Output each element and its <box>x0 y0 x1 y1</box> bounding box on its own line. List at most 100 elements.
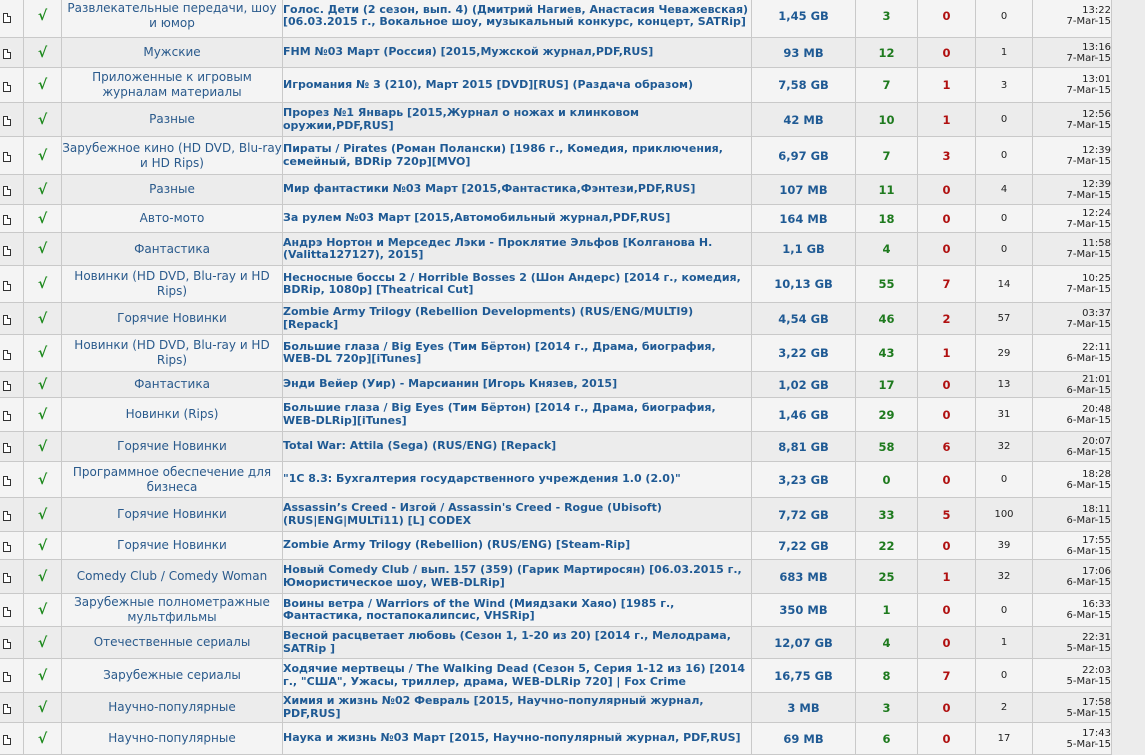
checkmark-icon: √ <box>37 210 48 227</box>
torrent-title-link[interactable]: Assassin’s Creed - Изгой / Assassin's Cr… <box>284 501 662 527</box>
added-date: 6-Mar-15 <box>1066 514 1111 526</box>
downloads-cell: 32 <box>975 559 1033 594</box>
table-row: √ Горячие Новинки Zombie Army Trilogy (R… <box>0 531 1112 560</box>
torrent-title-link[interactable]: "1С 8.3: Бухгалтерия государственного уч… <box>284 472 681 486</box>
category-link[interactable]: Авто-мото <box>140 211 205 225</box>
torrent-title-link[interactable]: Мир фантастики №03 Март [2015,Фантастика… <box>284 182 696 196</box>
torrent-title-link[interactable]: Новый Comedy Club / вып. 157 (359) (Гари… <box>284 563 742 589</box>
torrent-title-link[interactable]: Большие глаза / Big Eyes (Тим Бёртон) [2… <box>284 401 716 427</box>
downloads-cell: 31 <box>975 397 1033 432</box>
category-cell: Развлекательные передачи, шоу и юмор <box>61 0 283 38</box>
category-link[interactable]: Новинки (Rips) <box>126 407 219 421</box>
document-icon <box>3 81 11 92</box>
added-cell: 17:58 5-Mar-15 <box>1032 692 1112 723</box>
category-link[interactable]: Новинки (HD DVD, Blu-ray и HD Rips) <box>74 269 269 298</box>
torrent-title-link[interactable]: Химия и жизнь №02 Февраль [2015, Научно-… <box>284 694 704 720</box>
status-cell: √ <box>23 302 62 335</box>
title-cell: Энди Вейер (Уир) - Марсианин [Игорь Княз… <box>282 371 752 398</box>
downloads-cell: 32 <box>975 431 1033 462</box>
checkmark-icon: √ <box>37 276 48 292</box>
seeders-cell: 22 <box>855 531 918 560</box>
category-link[interactable]: Горячие Новинки <box>117 311 227 325</box>
document-icon <box>3 116 11 126</box>
status-cell: √ <box>23 232 62 266</box>
file-cell <box>0 371 24 398</box>
category-link[interactable]: Научно-популярные <box>108 731 235 745</box>
added-cell: 22:03 5-Mar-15 <box>1032 658 1112 693</box>
added-cell: 03:37 7-Mar-15 <box>1032 302 1112 335</box>
file-cell <box>0 626 24 659</box>
category-link[interactable]: Горячие Новинки <box>117 538 227 552</box>
size-cell: 683 MB <box>751 559 856 594</box>
file-cell <box>0 658 24 693</box>
torrent-title-link[interactable]: Большие глаза / Big Eyes (Тим Бёртон) [2… <box>284 340 716 366</box>
downloads-cell: 4 <box>975 174 1033 205</box>
document-icon <box>3 606 11 617</box>
leechers-cell: 0 <box>917 722 976 755</box>
title-cell: Новый Comedy Club / вып. 157 (359) (Гари… <box>282 559 752 594</box>
torrent-title-link[interactable]: Прорез №1 Январь [2015,Журнал о ножах и … <box>284 106 640 132</box>
category-link[interactable]: Научно-популярные <box>108 700 235 714</box>
document-icon <box>3 215 11 225</box>
title-cell: Химия и жизнь №02 Февраль [2015, Научно-… <box>282 692 752 723</box>
torrent-title-link[interactable]: Zombie Army Trilogy (Rebellion Developme… <box>284 305 694 331</box>
category-cell: Научно-популярные <box>61 692 283 723</box>
torrent-title-link[interactable]: Весной расцветает любовь (Сезон 1, 1-20 … <box>284 629 731 655</box>
torrent-title-link[interactable]: Несносные боссы 2 / Horrible Bosses 2 (Ш… <box>284 271 741 297</box>
category-link[interactable]: Разные <box>149 182 195 196</box>
seeders-cell: 25 <box>855 559 918 594</box>
torrent-title-link[interactable]: Total War: Attila (Sega) (RUS/ENG) [Repa… <box>284 439 557 453</box>
torrent-title-link[interactable]: Игромания № 3 (210), Март 2015 [DVD][RUS… <box>284 78 694 91</box>
category-link[interactable]: Comedy Club / Comedy Woman <box>77 569 267 583</box>
torrent-title-link[interactable]: Ходячие мертвецы / The Walking Dead (Сез… <box>284 662 746 688</box>
category-link[interactable]: Приложенные к игровым журналам материалы <box>92 70 252 99</box>
category-cell: Разные <box>61 174 283 205</box>
leechers-cell: 0 <box>917 692 976 723</box>
checkmark-icon: √ <box>37 376 48 393</box>
category-link[interactable]: Новинки (HD DVD, Blu-ray и HD Rips) <box>74 338 269 367</box>
category-link[interactable]: Фантастика <box>134 377 210 391</box>
category-link[interactable]: Разные <box>149 112 195 126</box>
category-link[interactable]: Зарубежные полнометражные мультфильмы <box>74 595 270 624</box>
added-cell: 13:16 7-Mar-15 <box>1032 37 1112 68</box>
category-link[interactable]: Горячие Новинки <box>117 439 227 453</box>
size-cell: 1,1 GB <box>751 232 856 266</box>
category-link[interactable]: Зарубежные сериалы <box>103 668 241 682</box>
downloads-cell: 29 <box>975 334 1033 372</box>
downloads-cell: 1 <box>975 37 1033 68</box>
category-link[interactable]: Горячие Новинки <box>117 507 227 521</box>
category-link[interactable]: Зарубежное кино (HD DVD, Blu-ray и HD Ri… <box>63 141 282 170</box>
torrent-title-link[interactable]: Пираты / Pirates (Роман Полански) [1986 … <box>284 142 723 168</box>
size-cell: 7,72 GB <box>751 497 856 532</box>
added-date: 6-Mar-15 <box>1066 610 1111 621</box>
category-link[interactable]: Мужские <box>143 45 200 59</box>
added-cell: 22:31 5-Mar-15 <box>1032 626 1112 659</box>
torrent-title-link[interactable]: Голос. Дети (2 сезон, вып. 4) (Дмитрий Н… <box>284 3 749 29</box>
torrent-title-link[interactable]: Zombie Army Trilogy (Rebellion) (RUS/ENG… <box>284 538 631 552</box>
torrent-title-link[interactable]: Андрэ Нортон и Мерседес Лэки - Проклятие… <box>284 236 713 262</box>
seeders-cell: 18 <box>855 204 918 233</box>
seeders-cell: 3 <box>855 692 918 723</box>
added-time: 20:48 <box>1082 403 1111 415</box>
torrent-title-link[interactable]: Наука и жизнь №03 Март [2015, Научно-поп… <box>284 731 741 745</box>
torrent-title-link[interactable]: Воины ветра / Warriors of the Wind (Мияд… <box>284 597 675 623</box>
checkmark-icon: √ <box>37 438 48 455</box>
added-date: 6-Mar-15 <box>1066 479 1111 491</box>
category-link[interactable]: Фантастика <box>134 242 210 256</box>
checkmark-icon: √ <box>37 537 48 554</box>
torrent-title-link[interactable]: FHM №03 Март (Россия) [2015,Мужской журн… <box>284 45 654 59</box>
checkmark-icon: √ <box>37 634 48 651</box>
leechers-cell: 6 <box>917 431 976 462</box>
added-date: 7-Mar-15 <box>1066 218 1111 230</box>
added-time: 22:31 <box>1082 631 1111 643</box>
added-date: 7-Mar-15 <box>1066 189 1111 201</box>
category-link[interactable]: Развлекательные передачи, шоу и юмор <box>67 1 276 30</box>
torrent-title-link[interactable]: Энди Вейер (Уир) - Марсианин [Игорь Княз… <box>284 377 618 391</box>
torrent-title-link[interactable]: За рулем №03 Март [2015,Автомобильный жу… <box>284 211 671 225</box>
category-link[interactable]: Отечественные сериалы <box>94 635 251 649</box>
downloads-cell: 13 <box>975 371 1033 398</box>
table-row: √ Горячие Новинки Zombie Army Trilogy (R… <box>0 302 1112 335</box>
added-time: 17:43 <box>1082 727 1111 739</box>
category-link[interactable]: Программное обеспечение для бизнеса <box>73 465 271 494</box>
size-cell: 8,81 GB <box>751 431 856 462</box>
